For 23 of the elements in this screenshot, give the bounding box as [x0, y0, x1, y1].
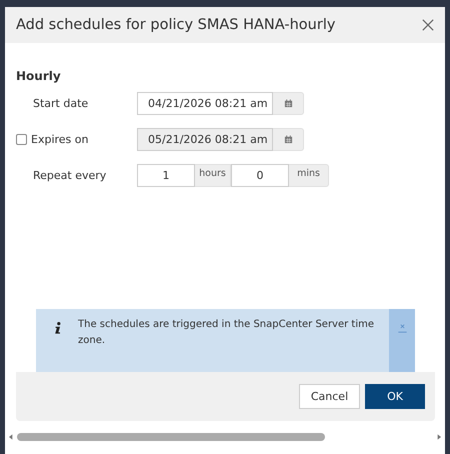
section-heading: Hourly: [16, 69, 62, 83]
scroll-left-icon[interactable]: [9, 434, 13, 440]
unit-label: hours: [195, 164, 231, 187]
field-label: Expires on: [30, 133, 88, 146]
notice-text: The schedules are triggered in the SnapCenter Server time zone.: [78, 318, 376, 348]
date-field[interactable]: 04/21/2026 08:21 am: [137, 92, 273, 115]
unit-label: mins: [289, 164, 329, 187]
info-icon: [54, 321, 62, 335]
field-label: Repeat every: [32, 169, 106, 182]
scroll-right-icon[interactable]: [437, 434, 441, 440]
calendar-button[interactable]: [273, 92, 304, 115]
number-field[interactable]: 0: [231, 164, 289, 187]
calendar-button[interactable]: [273, 128, 304, 151]
dialog-title: Add schedules for policy SMAS HANA-hourly: [16, 17, 336, 33]
number-field[interactable]: 1: [137, 164, 195, 187]
close-icon[interactable]: [422, 19, 434, 31]
cancel-button[interactable]: Cancel: [299, 384, 360, 409]
date-field: 05/21/2026 08:21 am: [137, 128, 273, 151]
field-label: Start date: [32, 97, 88, 110]
calendar-icon[interactable]: [284, 99, 292, 108]
scrollbar-thumb[interactable]: [17, 433, 325, 441]
ok-button[interactable]: OK: [365, 384, 425, 409]
calendar-icon[interactable]: [284, 135, 292, 144]
